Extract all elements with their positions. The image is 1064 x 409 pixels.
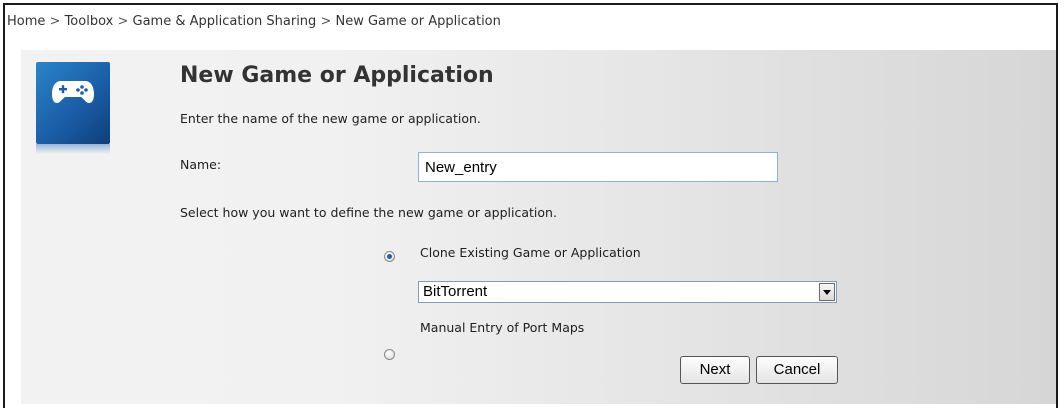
clone-existing-radio[interactable]: [384, 251, 395, 262]
breadcrumb-separator: >: [49, 14, 61, 29]
breadcrumb-home[interactable]: Home: [7, 14, 45, 29]
clone-existing-label[interactable]: Clone Existing Game or Application: [420, 245, 641, 260]
name-label: Name:: [180, 157, 222, 172]
next-button[interactable]: Next: [680, 356, 750, 384]
breadcrumb: Home > Toolbox > Game & Application Shar…: [7, 14, 501, 29]
manual-entry-radio[interactable]: [384, 349, 395, 360]
gamepad-icon: [36, 62, 110, 154]
manual-entry-label[interactable]: Manual Entry of Port Maps: [420, 320, 584, 335]
define-method-description: Select how you want to define the new ga…: [180, 205, 557, 220]
breadcrumb-current-page: New Game or Application: [335, 14, 501, 29]
content-panel: [21, 50, 1056, 404]
breadcrumb-separator: >: [117, 14, 129, 29]
clone-source-select[interactable]: BitTorrent: [418, 281, 837, 303]
page-title: New Game or Application: [180, 63, 494, 88]
cancel-button[interactable]: Cancel: [756, 356, 838, 384]
breadcrumb-toolbox[interactable]: Toolbox: [65, 14, 114, 29]
clone-source-selected-value: BitTorrent: [423, 283, 488, 300]
breadcrumb-separator: >: [320, 14, 332, 29]
page-description: Enter the name of the new game or applic…: [180, 111, 481, 126]
name-input[interactable]: [418, 152, 778, 182]
gamepad-glyph: [52, 81, 94, 103]
breadcrumb-game-app-sharing[interactable]: Game & Application Sharing: [133, 14, 317, 29]
chevron-down-icon[interactable]: [819, 283, 835, 301]
